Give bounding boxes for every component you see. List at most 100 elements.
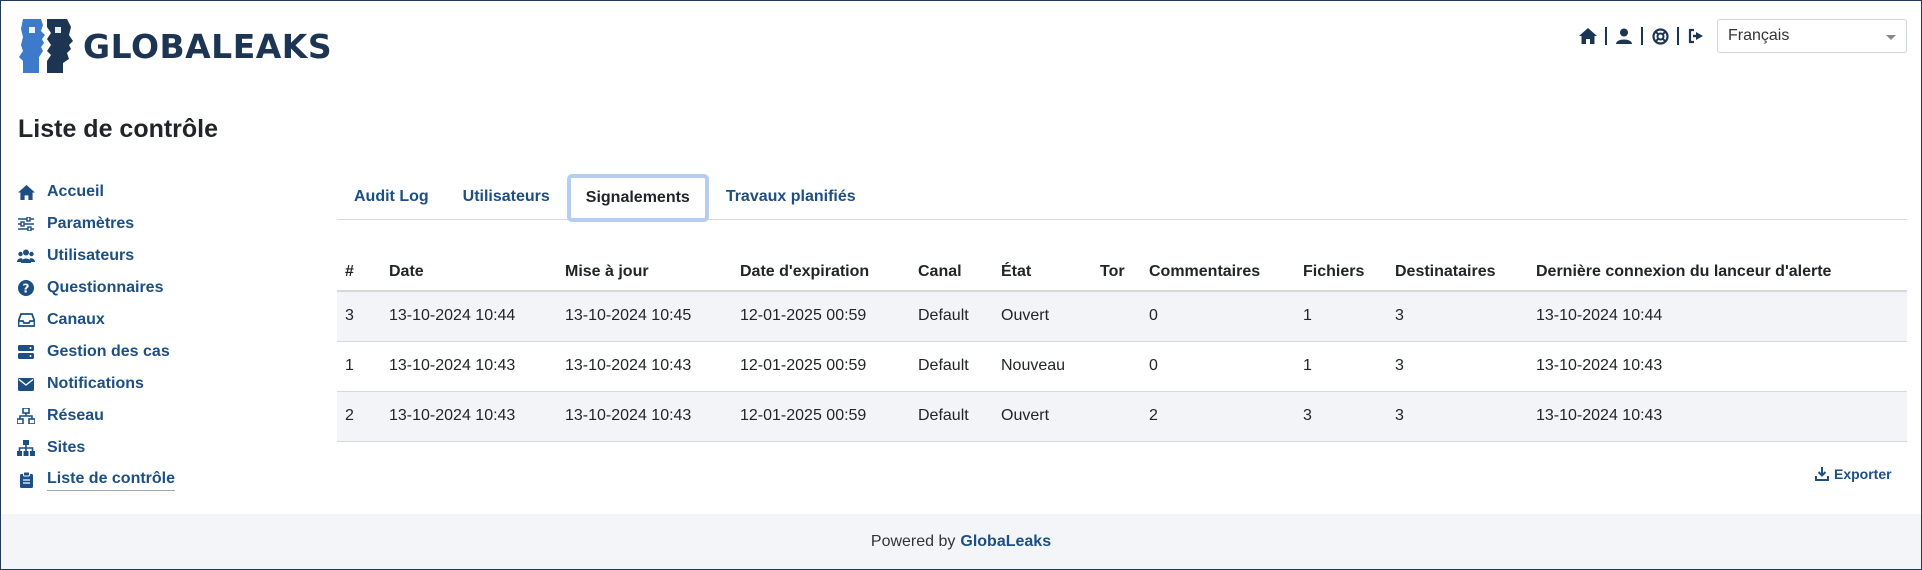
cell-update: 13-10-2024 10:43 [557, 341, 732, 392]
sidebar-item-label: Paramètres [47, 215, 135, 232]
logout-icon[interactable] [1687, 27, 1705, 45]
footer-prefix: Powered by [870, 532, 956, 550]
network-icon [17, 407, 35, 425]
cell-id: 3 [337, 291, 381, 342]
cell-last-access: 13-10-2024 10:43 [1528, 391, 1907, 442]
footer-brand-link[interactable]: GlobaLeaks [960, 533, 1051, 551]
tab-utilisateurs[interactable]: Utilisateurs [446, 175, 567, 219]
sidebar-item-questionnaires[interactable]: ? Questionnaires [17, 272, 217, 304]
column-header-status[interactable]: État [993, 253, 1092, 292]
table-header-row: # Date Mise à jour Date d'expiration Can… [337, 253, 1907, 292]
export-button[interactable]: Exporter [1815, 466, 1892, 482]
cell-files: 1 [1295, 291, 1387, 342]
cell-update: 13-10-2024 10:43 [557, 391, 732, 442]
column-header-update[interactable]: Mise à jour [557, 253, 732, 292]
table-row[interactable]: 3 13-10-2024 10:44 13-10-2024 10:45 12-0… [337, 291, 1907, 342]
cell-expiration: 12-01-2025 00:59 [732, 291, 910, 342]
cell-files: 1 [1295, 341, 1387, 392]
table-row[interactable]: 1 13-10-2024 10:43 13-10-2024 10:43 12-0… [337, 341, 1907, 392]
cell-status: Ouvert [993, 391, 1092, 442]
sidebar-item-accueil[interactable]: Accueil [17, 176, 217, 208]
divider [1605, 27, 1607, 45]
header: GLOBALEAKS Français [1, 1, 1921, 101]
column-header-tor[interactable]: Tor [1092, 253, 1141, 292]
cell-channel: Default [910, 341, 993, 392]
tab-signalements[interactable]: Signalements [566, 174, 709, 222]
sidebar-item-sites[interactable]: Sites [17, 432, 217, 464]
cell-id: 2 [337, 391, 381, 442]
sidebar-item-label: Gestion des cas [47, 343, 170, 360]
cell-date: 13-10-2024 10:43 [381, 391, 557, 442]
divider [1641, 27, 1643, 45]
reports-table: # Date Mise à jour Date d'expiration Can… [337, 253, 1907, 442]
language-select[interactable]: Français [1717, 19, 1907, 53]
sidebar-item-gestion-des-cas[interactable]: Gestion des cas [17, 336, 217, 368]
cell-tor [1092, 341, 1141, 392]
top-nav-icons [1579, 25, 1705, 47]
support-icon[interactable] [1651, 27, 1669, 45]
cell-tor [1092, 291, 1141, 342]
column-header-comments[interactable]: Commentaires [1141, 253, 1295, 292]
user-icon[interactable] [1615, 27, 1633, 45]
sidebar-item-label: Notifications [47, 375, 144, 392]
cell-last-access: 13-10-2024 10:44 [1528, 291, 1907, 342]
tab-audit-log[interactable]: Audit Log [337, 175, 446, 219]
column-header-expiration[interactable]: Date d'expiration [732, 253, 910, 292]
sidebar-item-label: Questionnaires [47, 279, 164, 296]
cell-channel: Default [910, 291, 993, 342]
sidebar-item-utilisateurs[interactable]: Utilisateurs [17, 240, 217, 272]
table-header: # Date Mise à jour Date d'expiration Can… [337, 253, 1907, 292]
users-icon [17, 247, 35, 265]
chevron-down-icon [1886, 35, 1896, 40]
footer: Powered by GlobaLeaks [1, 514, 1921, 569]
svg-text:?: ? [23, 282, 30, 296]
column-header-recipients[interactable]: Destinataires [1387, 253, 1528, 292]
page-title: Liste de contrôle [18, 115, 219, 143]
column-header-last-access[interactable]: Dernière connexion du lanceur d'alerte [1528, 253, 1907, 292]
cell-status: Nouveau [993, 341, 1092, 392]
cell-expiration: 12-01-2025 00:59 [732, 341, 910, 392]
sidebar-item-label: Accueil [47, 183, 104, 200]
cell-status: Ouvert [993, 291, 1092, 342]
sidebar-item-label: Utilisateurs [47, 247, 135, 264]
cell-last-access: 13-10-2024 10:43 [1528, 341, 1907, 392]
sidebar-item-liste-de-controle[interactable]: Liste de contrôle [17, 464, 217, 496]
home-icon[interactable] [1579, 27, 1597, 45]
home-icon [17, 183, 35, 201]
sidebar-item-notifications[interactable]: Notifications [17, 368, 217, 400]
cell-recipients: 3 [1387, 391, 1528, 442]
tab-travaux-planifies[interactable]: Travaux planifiés [709, 175, 873, 219]
cell-id: 1 [337, 341, 381, 392]
cell-date: 13-10-2024 10:43 [381, 341, 557, 392]
cell-comments: 0 [1141, 341, 1295, 392]
sidebar-item-label: Liste de contrôle [47, 470, 176, 491]
cell-files: 3 [1295, 391, 1387, 442]
logo-text: GLOBALEAKS [83, 26, 333, 66]
inbox-icon [17, 311, 35, 329]
envelope-icon [17, 375, 35, 393]
cell-expiration: 12-01-2025 00:59 [732, 391, 910, 442]
column-header-channel[interactable]: Canal [910, 253, 993, 292]
sidebar-item-label: Canaux [47, 311, 105, 328]
export-label: Exporter [1834, 466, 1892, 482]
sitemap-icon [17, 439, 35, 457]
globaleaks-logo-icon [19, 19, 73, 73]
cell-comments: 0 [1141, 291, 1295, 342]
logo[interactable]: GLOBALEAKS [17, 17, 332, 75]
sidebar-item-label: Réseau [47, 407, 104, 424]
column-header-files[interactable]: Fichiers [1295, 253, 1387, 292]
cell-recipients: 3 [1387, 291, 1528, 342]
download-icon [1815, 467, 1829, 481]
table-row[interactable]: 2 13-10-2024 10:43 13-10-2024 10:43 12-0… [337, 391, 1907, 442]
column-header-date[interactable]: Date [381, 253, 557, 292]
sidebar-item-reseau[interactable]: Réseau [17, 400, 217, 432]
sidebar-item-parametres[interactable]: Paramètres [17, 208, 217, 240]
column-header-id[interactable]: # [337, 253, 381, 292]
sidebar: Accueil Paramètres Utilisateurs ? Questi… [17, 176, 217, 496]
question-circle-icon: ? [17, 279, 35, 297]
cell-channel: Default [910, 391, 993, 442]
cell-update: 13-10-2024 10:45 [557, 291, 732, 342]
cell-recipients: 3 [1387, 341, 1528, 392]
sidebar-item-canaux[interactable]: Canaux [17, 304, 217, 336]
cell-date: 13-10-2024 10:44 [381, 291, 557, 342]
